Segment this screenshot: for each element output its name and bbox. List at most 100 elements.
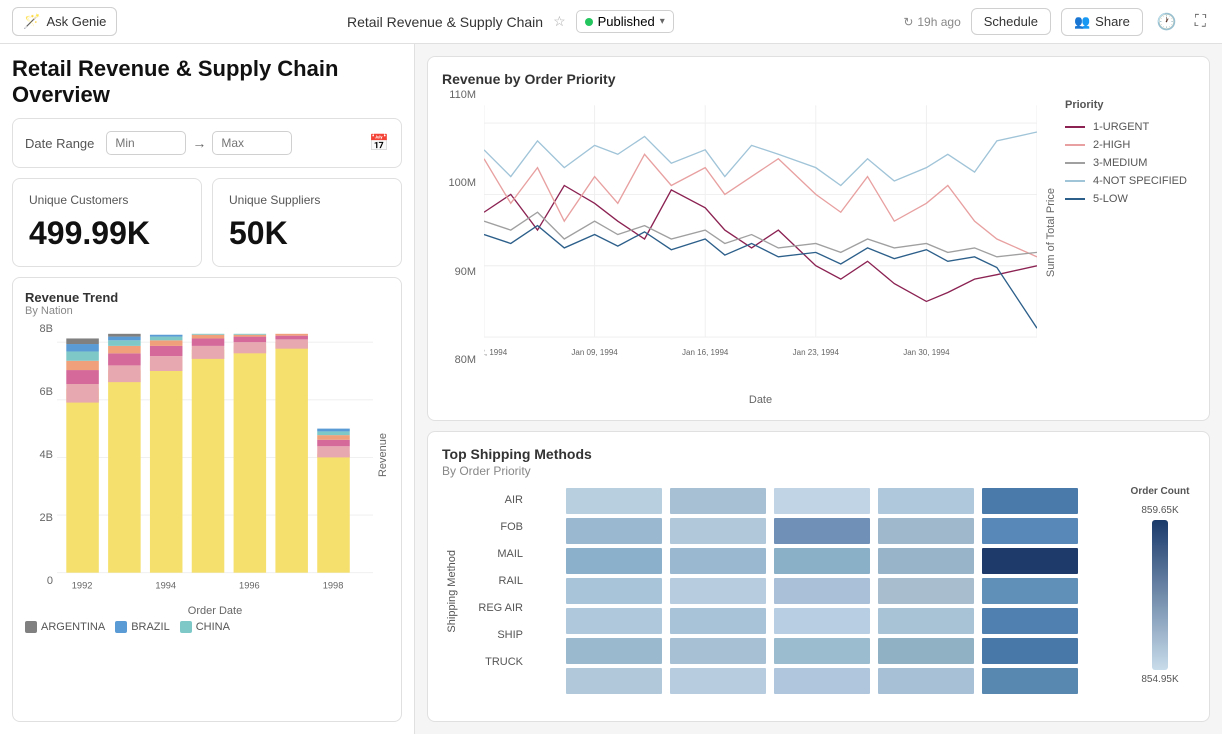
y-tick: 6B bbox=[40, 386, 53, 398]
svg-text:Jan 09, 1994: Jan 09, 1994 bbox=[571, 348, 618, 357]
line-x-label: Date bbox=[484, 394, 1037, 406]
legend-line bbox=[1065, 180, 1085, 182]
legend-item: 3-MEDIUM bbox=[1065, 157, 1195, 169]
shipping-y-labels: AIR FOB MAIL RAIL REG AIR SHIP TRUCK bbox=[468, 486, 523, 697]
legend-item: CHINA bbox=[180, 621, 230, 633]
legend-label: ARGENTINA bbox=[41, 621, 105, 633]
fullscreen-icon[interactable]: ⛶ bbox=[1191, 9, 1210, 35]
date-range-label: Date Range bbox=[25, 136, 94, 151]
y-axis-title: Revenue bbox=[377, 323, 389, 617]
legend-label: 1-URGENT bbox=[1093, 121, 1149, 133]
legend-item: 4-NOT SPECIFIED bbox=[1065, 175, 1195, 187]
y-tick: 4B bbox=[40, 449, 53, 461]
y-label: REG AIR bbox=[468, 602, 523, 614]
share-icon: 👥 bbox=[1074, 14, 1090, 30]
svg-text:1996: 1996 bbox=[239, 580, 260, 590]
y-tick: 8B bbox=[40, 323, 53, 335]
revenue-bar-chart: 1992 1994 1996 1998 bbox=[57, 323, 373, 603]
unique-suppliers-card: Unique Suppliers 50K bbox=[212, 178, 402, 267]
y-tick: 100M bbox=[448, 177, 476, 189]
legend-item: 1-URGENT bbox=[1065, 121, 1195, 133]
share-button[interactable]: 👥 Share bbox=[1061, 8, 1143, 36]
y-tick: 80M bbox=[455, 354, 476, 366]
x-axis-label: Order Date bbox=[57, 605, 373, 617]
legend-label: BRAZIL bbox=[131, 621, 170, 633]
legend-label: CHINA bbox=[196, 621, 230, 633]
priority-legend: Priority 1-URGENT 2-HIGH 3-MEDIUM bbox=[1065, 89, 1195, 406]
top-nav: 🪄 Ask Genie Retail Revenue & Supply Chai… bbox=[0, 0, 1222, 44]
left-panel: Retail Revenue & Supply Chain Overview D… bbox=[0, 44, 415, 734]
unique-suppliers-value: 50K bbox=[229, 215, 385, 252]
status-dot bbox=[585, 18, 593, 26]
nav-title: Retail Revenue & Supply Chain bbox=[347, 14, 543, 30]
date-range-card: Date Range → 📅 bbox=[12, 118, 402, 168]
history-icon[interactable]: 🕐 bbox=[1153, 8, 1181, 36]
y-axis-labels: 8B 6B 4B 2B 0 bbox=[25, 323, 53, 617]
nav-right: ↻ 19h ago Schedule 👥 Share 🕐 ⛶ bbox=[903, 8, 1210, 36]
y-label: FOB bbox=[468, 521, 523, 533]
y-tick: 90M bbox=[455, 266, 476, 278]
revenue-priority-card: Revenue by Order Priority 110M 100M 90M … bbox=[427, 56, 1210, 421]
svg-text:1992: 1992 bbox=[72, 580, 93, 590]
ask-genie-button[interactable]: 🪄 Ask Genie bbox=[12, 7, 117, 36]
revenue-trend-card: Revenue Trend By Nation 8B 6B 4B 2B 0 bbox=[12, 277, 402, 722]
y-label: AIR bbox=[468, 494, 523, 506]
y-tick: 2B bbox=[40, 512, 53, 524]
svg-text:Jan 30, 1994: Jan 30, 1994 bbox=[903, 348, 950, 357]
legend-min: 854.95K bbox=[1141, 674, 1178, 685]
unique-customers-card: Unique Customers 499.99K bbox=[12, 178, 202, 267]
revenue-line-chart: Jan 02, 1994 Jan 09, 1994 Jan 16, 1994 J… bbox=[484, 89, 1037, 389]
main-content: Retail Revenue & Supply Chain Overview D… bbox=[0, 44, 1222, 734]
legend-label: 2-HIGH bbox=[1093, 139, 1130, 151]
heatmap-gradient-bar bbox=[1152, 520, 1168, 670]
svg-text:Jan 02, 1994: Jan 02, 1994 bbox=[484, 348, 508, 357]
revenue-trend-title: Revenue Trend bbox=[25, 290, 389, 305]
shipping-y-title: Shipping Method bbox=[442, 486, 462, 697]
y-tick: 110M bbox=[449, 89, 476, 101]
shipping-subtitle: By Order Priority bbox=[442, 464, 1195, 478]
legend-color bbox=[115, 621, 127, 633]
y-label: SHIP bbox=[468, 629, 523, 641]
date-max-input[interactable] bbox=[212, 131, 292, 155]
schedule-button[interactable]: Schedule bbox=[971, 8, 1051, 35]
legend-line bbox=[1065, 198, 1085, 200]
ask-genie-label: Ask Genie bbox=[46, 14, 106, 29]
stats-row: Unique Customers 499.99K Unique Supplier… bbox=[12, 178, 402, 267]
date-arrow-icon: → bbox=[192, 135, 206, 151]
legend-max: 859.65K bbox=[1141, 505, 1178, 516]
unique-customers-value: 499.99K bbox=[29, 215, 185, 252]
unique-suppliers-label: Unique Suppliers bbox=[229, 193, 385, 207]
legend-line bbox=[1065, 144, 1085, 146]
svg-text:1998: 1998 bbox=[323, 580, 344, 590]
svg-text:Jan 23, 1994: Jan 23, 1994 bbox=[793, 348, 840, 357]
heatmap-chart: 1-URGENT 2-HIGH 3-MEDIUM 4-NOT SPECIFIED… bbox=[529, 486, 1119, 696]
revenue-priority-title: Revenue by Order Priority bbox=[442, 71, 1195, 87]
shipping-card: Top Shipping Methods By Order Priority S… bbox=[427, 431, 1210, 722]
legend-title: Priority bbox=[1065, 99, 1195, 111]
unique-customers-label: Unique Customers bbox=[29, 193, 185, 207]
date-min-input[interactable] bbox=[106, 131, 186, 155]
svg-text:Jan 16, 1994: Jan 16, 1994 bbox=[682, 348, 729, 357]
line-y-axis-title: Sum of Total Price bbox=[1045, 89, 1057, 406]
refresh-icon: ↻ bbox=[903, 15, 913, 29]
legend-item: 2-HIGH bbox=[1065, 139, 1195, 151]
nav-center: Retail Revenue & Supply Chain ☆ Publishe… bbox=[125, 10, 895, 33]
legend-label: 3-MEDIUM bbox=[1093, 157, 1147, 169]
y-label: MAIL bbox=[468, 548, 523, 560]
heatmap-legend: Order Count 859.65K 854.95K bbox=[1125, 486, 1195, 697]
star-icon[interactable]: ☆ bbox=[553, 13, 566, 30]
revenue-trend-legend: ARGENTINA BRAZIL CHINA bbox=[25, 621, 389, 633]
line-y-axis: 110M 100M 90M 80M bbox=[442, 89, 476, 406]
legend-color bbox=[25, 621, 37, 633]
legend-label: 5-LOW bbox=[1093, 193, 1128, 205]
y-tick: 0 bbox=[47, 575, 53, 587]
svg-text:1994: 1994 bbox=[155, 580, 176, 590]
published-badge[interactable]: Published ▾ bbox=[576, 10, 674, 33]
chevron-down-icon: ▾ bbox=[660, 16, 665, 27]
legend-item: 5-LOW bbox=[1065, 193, 1195, 205]
right-panel: Revenue by Order Priority 110M 100M 90M … bbox=[415, 44, 1222, 734]
refresh-info: ↻ 19h ago bbox=[903, 15, 960, 29]
calendar-icon[interactable]: 📅 bbox=[369, 133, 389, 153]
status-label: Published bbox=[598, 14, 655, 29]
genie-icon: 🪄 bbox=[23, 13, 40, 30]
